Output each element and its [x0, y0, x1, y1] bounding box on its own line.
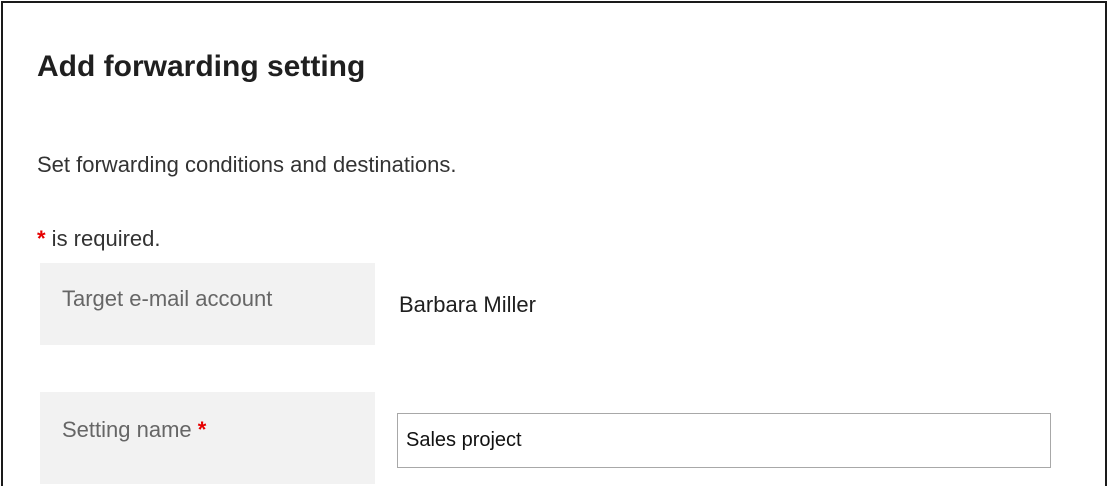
required-asterisk: *	[37, 226, 46, 251]
required-note: * is required.	[37, 226, 161, 252]
target-account-value: Barbara Miller	[399, 292, 536, 317]
setting-name-label-text: Setting name	[62, 417, 198, 442]
setting-name-label: Setting name *	[40, 392, 375, 484]
setting-name-required-asterisk: *	[197, 417, 207, 442]
target-account-label: Target e-mail account	[40, 263, 375, 345]
setting-name-input[interactable]	[397, 413, 1051, 468]
page-description: Set forwarding conditions and destinatio…	[37, 152, 457, 177]
required-note-text: is required.	[45, 226, 161, 251]
target-account-label-text: Target e-mail account	[62, 286, 273, 311]
page-title: Add forwarding setting	[37, 50, 366, 83]
